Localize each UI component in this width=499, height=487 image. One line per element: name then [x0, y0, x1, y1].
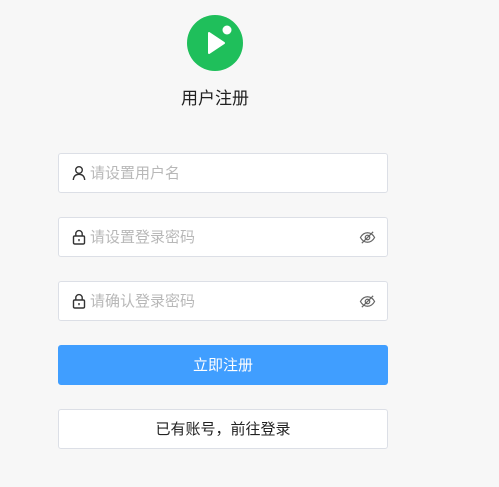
lock-icon: [72, 293, 86, 309]
register-page: 用户注册 立即注册 已: [0, 0, 499, 487]
lock-icon: [72, 229, 86, 245]
go-to-login-button[interactable]: 已有账号，前往登录: [58, 409, 388, 449]
play-logo-icon: [208, 25, 232, 54]
eye-hidden-icon[interactable]: [359, 293, 376, 310]
page-title: 用户注册: [181, 89, 249, 109]
password-field[interactable]: [58, 217, 388, 257]
confirm-password-input[interactable]: [90, 282, 350, 320]
user-icon: [72, 166, 86, 181]
app-logo: [187, 15, 243, 71]
register-button[interactable]: 立即注册: [58, 345, 388, 385]
password-input[interactable]: [90, 218, 350, 256]
username-field[interactable]: [58, 153, 388, 193]
eye-hidden-icon[interactable]: [359, 229, 376, 246]
confirm-password-field[interactable]: [58, 281, 388, 321]
username-input[interactable]: [90, 154, 350, 192]
